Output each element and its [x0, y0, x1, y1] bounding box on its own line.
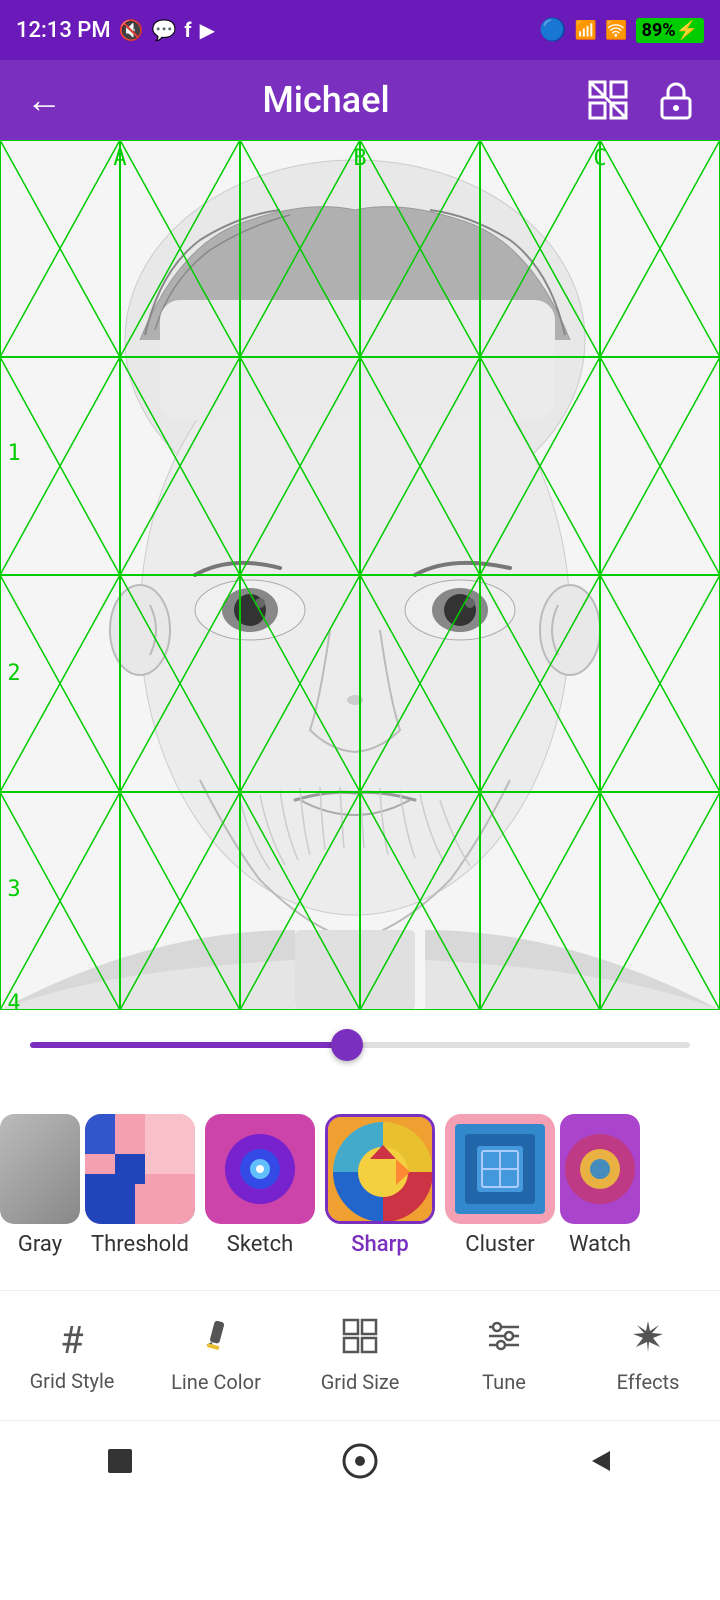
filter-thumb-threshold — [85, 1114, 195, 1224]
tool-grid-style-label: Grid Style — [30, 1369, 115, 1393]
mute-icon: 🔇 — [119, 18, 144, 42]
filter-thumb-sharp — [325, 1114, 435, 1224]
back-icon — [580, 1441, 620, 1481]
slider-track[interactable] — [30, 1042, 690, 1048]
filter-label-watch: Watch — [569, 1232, 631, 1257]
slider-fill — [30, 1042, 347, 1048]
filter-item-threshold[interactable]: Threshold — [80, 1114, 200, 1257]
sketch-image: A B C 1 2 3 4 — [0, 140, 720, 1010]
svg-text:4: 4 — [7, 991, 20, 1010]
lock-button[interactable] — [652, 76, 700, 124]
nav-back-button[interactable] — [570, 1431, 630, 1491]
image-area: A B C 1 2 3 4 — [0, 140, 720, 1010]
slider-area[interactable] — [0, 1010, 720, 1080]
nav-bar — [0, 1420, 720, 1500]
wifi-icon: 🛜 — [605, 20, 627, 41]
page-title: Michael — [262, 79, 389, 121]
effects-icon — [629, 1317, 667, 1364]
filter-thumb-gray — [0, 1114, 80, 1224]
svg-text:2: 2 — [7, 661, 20, 686]
filter-row: Gray Threshold Sketch — [0, 1080, 720, 1290]
battery: 89%⚡ — [636, 18, 704, 43]
filter-item-sketch[interactable]: Sketch — [200, 1114, 320, 1257]
youtube-icon: ▶ — [200, 18, 215, 42]
back-button[interactable]: ← — [20, 76, 68, 124]
filter-label-sketch: Sketch — [227, 1232, 294, 1257]
tool-effects[interactable]: Effects — [588, 1317, 708, 1394]
status-left: 12:13 PM 🔇 💬 f ▶ — [16, 18, 215, 43]
top-bar: ← Michael — [0, 60, 720, 140]
slider-thumb[interactable] — [331, 1029, 363, 1061]
tool-tune[interactable]: Tune — [444, 1317, 564, 1394]
svg-text:1: 1 — [7, 441, 20, 466]
grid-size-icon — [341, 1317, 379, 1364]
stop-icon — [100, 1441, 140, 1481]
time: 12:13 PM — [16, 18, 111, 43]
svg-text:C: C — [593, 146, 606, 171]
bottom-toolbar: # Grid Style Line Color Grid Size — [0, 1290, 720, 1420]
top-bar-icons — [584, 76, 700, 124]
bluetooth-icon: 🔵 — [539, 18, 566, 43]
filter-thumb-cluster — [445, 1114, 555, 1224]
tune-svg-icon — [485, 1317, 523, 1355]
status-bar: 12:13 PM 🔇 💬 f ▶ 🔵 📶 🛜 89%⚡ — [0, 0, 720, 60]
tune-icon — [485, 1317, 523, 1364]
filter-label-threshold: Threshold — [91, 1232, 189, 1257]
home-icon — [340, 1441, 380, 1481]
signal-icon: 📶 — [575, 20, 597, 41]
message-icon: 💬 — [151, 18, 176, 42]
filter-label-sharp: Sharp — [351, 1232, 409, 1257]
filter-label-gray: Gray — [18, 1232, 62, 1257]
grid-style-icon: # — [60, 1319, 83, 1363]
tool-grid-size-label: Grid Size — [321, 1370, 400, 1394]
tool-line-color-label: Line Color — [171, 1370, 261, 1394]
effects-svg-icon — [629, 1317, 667, 1355]
filter-item-sharp[interactable]: Sharp — [320, 1114, 440, 1257]
filter-label-cluster: Cluster — [465, 1232, 534, 1257]
nav-home-button[interactable] — [330, 1431, 390, 1491]
tool-grid-size[interactable]: Grid Size — [300, 1317, 420, 1394]
pencil-icon — [197, 1317, 235, 1355]
nav-stop-button[interactable] — [90, 1431, 150, 1491]
tool-effects-label: Effects — [617, 1370, 680, 1394]
svg-text:A: A — [113, 146, 126, 171]
grid-toggle-button[interactable] — [584, 76, 632, 124]
filter-item-gray[interactable]: Gray — [0, 1114, 80, 1257]
status-right: 🔵 📶 🛜 89%⚡ — [539, 18, 704, 43]
tool-tune-label: Tune — [482, 1370, 526, 1394]
lock-icon — [654, 78, 698, 122]
svg-text:B: B — [353, 146, 366, 171]
facebook-icon: f — [184, 18, 191, 42]
filter-thumb-watch — [560, 1114, 640, 1224]
filter-item-cluster[interactable]: Cluster — [440, 1114, 560, 1257]
svg-text:3: 3 — [7, 877, 20, 902]
tool-grid-style[interactable]: # Grid Style — [12, 1319, 132, 1393]
filter-thumb-sketch — [205, 1114, 315, 1224]
tool-line-color[interactable]: Line Color — [156, 1317, 276, 1394]
line-color-icon — [197, 1317, 235, 1364]
filter-item-watch[interactable]: Watch — [560, 1114, 640, 1257]
grid-off-icon — [586, 78, 630, 122]
grid-size-svg-icon — [341, 1317, 379, 1355]
